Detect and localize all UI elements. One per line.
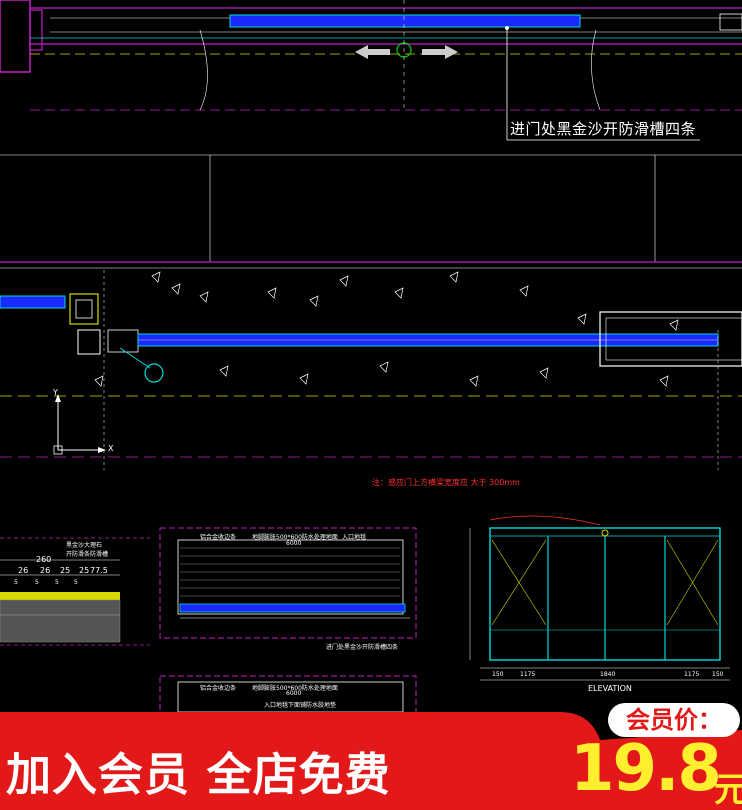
plan1-bottom-note: 进门处黑金沙开防滑槽四条 bbox=[326, 644, 399, 651]
detail-dim-5: 77.5 bbox=[90, 566, 108, 575]
detail-small-3: 5 bbox=[55, 579, 59, 586]
detail-dim-1: 26 bbox=[18, 566, 29, 575]
axis-y-label: Y bbox=[53, 388, 58, 397]
axis-x-label: X bbox=[108, 444, 114, 453]
price-value: 19.8 bbox=[570, 732, 722, 806]
cad-drawing-canvas: 进门处黑金沙开防滑槽四条 注：感应门上方横梁宽度应 大于 300mm Y X 黑… bbox=[0, 0, 742, 810]
plan2-label-1: 铝合金收边条 bbox=[200, 685, 237, 692]
promo-banner-text: 加入会员 全店免费 bbox=[6, 748, 391, 801]
detail-dim-2: 26 bbox=[40, 566, 51, 575]
middle-plan-section bbox=[0, 154, 742, 470]
elev-dim-1: 150 bbox=[492, 671, 504, 678]
elev-dim-3: 1840 bbox=[600, 671, 616, 678]
red-note: 注：感应门上方横梁宽度应 大于 300mm bbox=[372, 478, 520, 487]
plan1-dim: 6000 bbox=[286, 540, 302, 547]
detail-label-1: 黑金沙大理石 bbox=[66, 542, 103, 549]
plan1-label-3: 入口地毯 bbox=[342, 534, 367, 541]
detail-dim-top: 260 bbox=[36, 555, 52, 564]
detail-small-2: 5 bbox=[35, 579, 39, 586]
detail-small-4: 5 bbox=[74, 579, 78, 586]
elev-dim-4: 1175 bbox=[684, 671, 700, 678]
detail-small-1: 5 bbox=[14, 579, 18, 586]
main-annotation: 进门处黑金沙开防滑槽四条 bbox=[510, 120, 697, 138]
detail-dim-3: 25 bbox=[60, 566, 71, 575]
elev-dim-5: 150 bbox=[712, 671, 724, 678]
detail-label-2: 开防滑条防滑槽 bbox=[66, 551, 109, 558]
plan2-dim: 6000 bbox=[286, 690, 302, 697]
elev-title: ELEVATION bbox=[588, 684, 632, 693]
door-elevation bbox=[469, 515, 730, 681]
plan2-label-3: 入口地毯下面铺防水胶地垫 bbox=[264, 702, 337, 709]
elev-dim-2: 1175 bbox=[520, 671, 536, 678]
detail-dim-4: 25 bbox=[79, 566, 90, 575]
price-unit: 元 bbox=[714, 770, 742, 810]
plan1-label-1: 铝合金收边条 bbox=[200, 534, 237, 541]
